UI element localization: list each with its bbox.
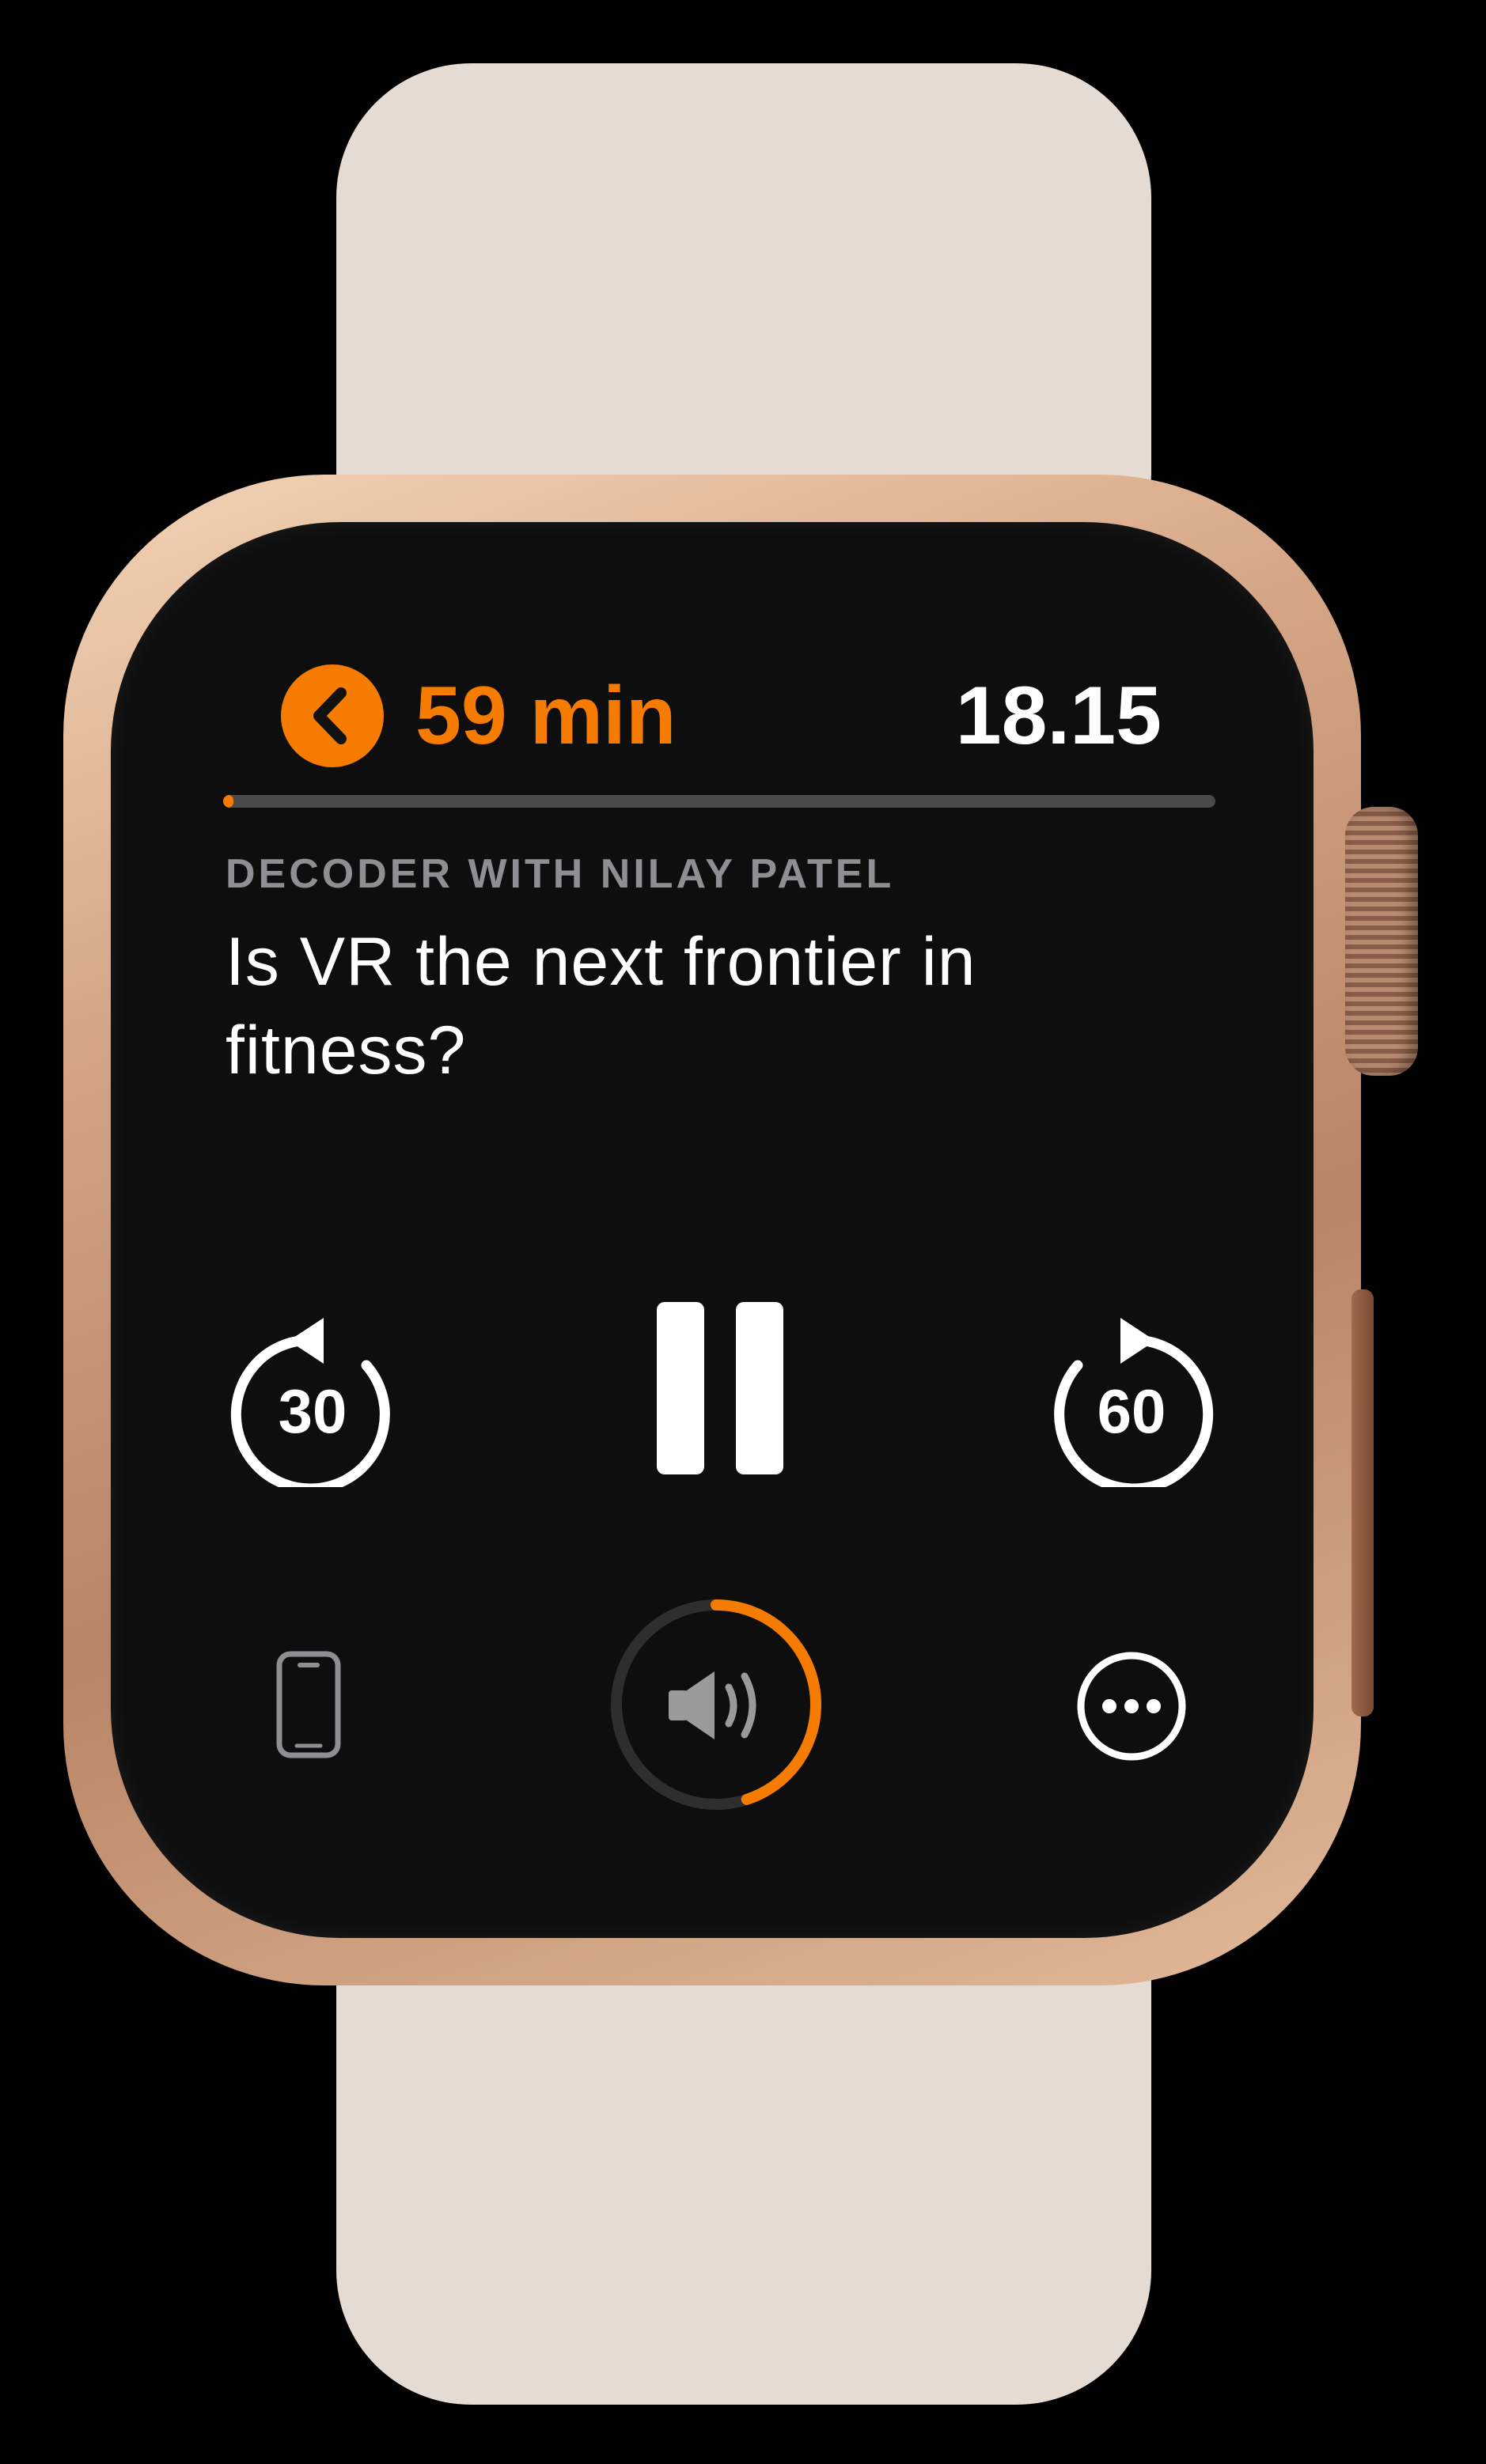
audio-output-button[interactable]	[273, 1649, 344, 1760]
iphone-icon	[276, 1651, 341, 1758]
chevron-left-icon	[313, 687, 347, 744]
skip-forward-label: 60	[1097, 1376, 1166, 1446]
ellipsis-circle-icon	[1077, 1652, 1186, 1761]
episode-progress-bar[interactable]	[223, 795, 1215, 808]
show-name: DECODER WITH NILAY PATEL	[226, 851, 895, 897]
clock-time: 18.15	[955, 670, 1162, 762]
skip-back-button[interactable]: 30	[226, 1297, 400, 1494]
pause-button[interactable]	[649, 1297, 791, 1479]
remaining-duration: 59 min	[415, 670, 677, 762]
skip-back-label: 30	[278, 1376, 347, 1446]
volume-ring	[611, 1599, 821, 1810]
episode-title: Is VR the next frontier in fitness?	[226, 924, 976, 1088]
volume-control[interactable]	[605, 1594, 827, 1815]
episode-progress-fill	[223, 795, 233, 808]
skip-forward-button[interactable]: 60	[1044, 1297, 1219, 1494]
now-playing-screen: 59 min 18.15 DECODER WITH NILAY PATEL Is…	[0, 0, 1486, 2464]
pause-icon	[657, 1302, 783, 1474]
speaker-icon	[669, 1671, 756, 1739]
back-button[interactable]	[281, 664, 384, 767]
more-options-button[interactable]	[1075, 1649, 1188, 1763]
